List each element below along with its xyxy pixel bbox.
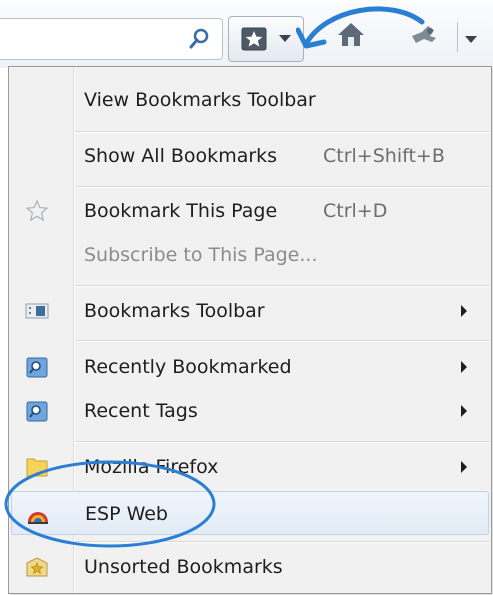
menu-item-view-bookmarks-toolbar[interactable]: View Bookmarks Toolbar <box>11 78 489 122</box>
menu-item-label: Recently Bookmarked <box>84 356 292 378</box>
menu-item-label: Bookmark This Page <box>84 200 278 222</box>
menu-item-label: Show All Bookmarks <box>84 145 278 167</box>
menu-item-label: View Bookmarks Toolbar <box>84 89 316 111</box>
bookmarks-menu: View Bookmarks Toolbar Show All Bookmark… <box>8 66 492 594</box>
submenu-arrow-icon <box>461 405 467 417</box>
menu-item-label: Recent Tags <box>84 400 198 422</box>
shortcut-label: Ctrl+D <box>323 200 388 222</box>
menu-item-label: ESP Web <box>85 503 168 525</box>
menu-item-esp-web[interactable]: ESP Web <box>11 491 489 535</box>
shortcut-label: Ctrl+Shift+B <box>323 145 445 167</box>
folder-icon <box>26 458 48 477</box>
menu-item-recently-bookmarked[interactable]: Recently Bookmarked <box>11 345 489 389</box>
submenu-arrow-icon <box>461 461 467 473</box>
menu-separator <box>75 285 489 287</box>
toolbar-icon <box>25 303 49 319</box>
smart-folder-icon <box>26 357 48 378</box>
submenu-arrow-icon <box>461 305 467 317</box>
menu-separator <box>75 340 489 342</box>
menu-item-label: Bookmarks Toolbar <box>84 300 265 322</box>
menu-separator <box>75 441 489 443</box>
menu-separator <box>75 186 489 188</box>
unsorted-bookmarks-icon <box>26 557 48 577</box>
star-icon <box>241 27 267 51</box>
menu-separator <box>75 541 489 543</box>
bookmarks-menu-button[interactable] <box>228 16 304 62</box>
menu-item-unsorted-bookmarks[interactable]: Unsorted Bookmarks <box>11 545 489 589</box>
menu-item-mozilla-firefox[interactable]: Mozilla Firefox <box>11 445 489 489</box>
esp-web-favicon-icon <box>28 512 48 524</box>
menu-separator <box>75 131 489 133</box>
menu-item-label: Subscribe to This Page... <box>84 244 318 266</box>
star-outline-icon <box>25 199 49 222</box>
menu-item-subscribe: Subscribe to This Page... <box>11 233 489 277</box>
toolbar-separator <box>457 22 458 52</box>
navigation-toolbar <box>0 0 493 68</box>
home-icon[interactable] <box>336 20 366 48</box>
submenu-arrow-icon <box>461 361 467 373</box>
search-icon[interactable] <box>188 27 210 51</box>
plugin-icon[interactable] <box>406 22 442 46</box>
smart-folder-icon <box>26 401 48 422</box>
chevron-down-icon <box>279 35 291 42</box>
menu-item-bookmarks-toolbar[interactable]: Bookmarks Toolbar <box>11 289 489 333</box>
menu-item-bookmark-this-page[interactable]: Bookmark This Page Ctrl+D <box>11 189 489 233</box>
chevron-down-icon[interactable] <box>465 36 477 44</box>
menu-item-recent-tags[interactable]: Recent Tags <box>11 389 489 433</box>
menu-item-label: Mozilla Firefox <box>84 456 219 478</box>
menu-item-label: Unsorted Bookmarks <box>84 556 283 578</box>
menu-item-show-all-bookmarks[interactable]: Show All Bookmarks Ctrl+Shift+B <box>11 134 489 178</box>
url-bar[interactable] <box>0 18 223 60</box>
